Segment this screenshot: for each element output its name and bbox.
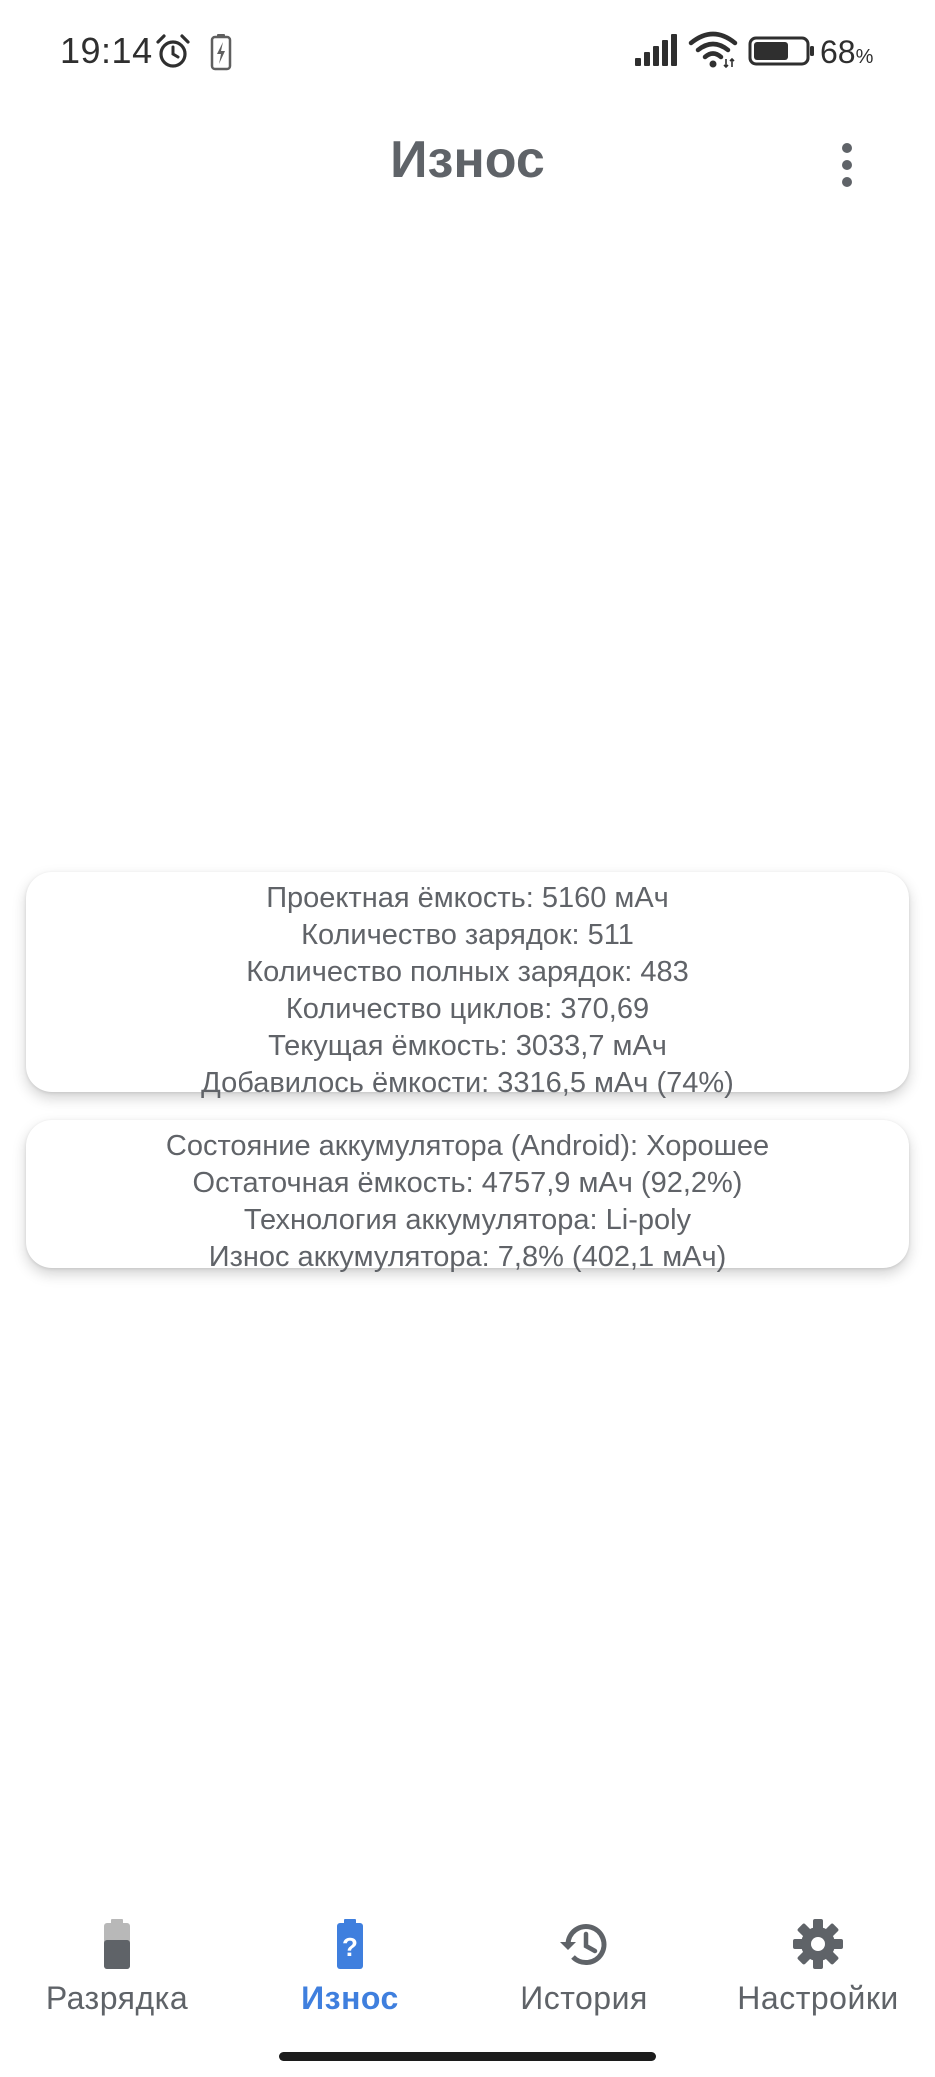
nav-item-discharge[interactable]: Разрядка bbox=[0, 1900, 234, 2030]
added-capacity-text: Добавилось ёмкости: 3316,5 мАч (74%) bbox=[201, 1067, 734, 1099]
bottom-navigation: Разрядка ? Износ История Настройки bbox=[0, 1900, 935, 2040]
battery-unknown-icon: ? bbox=[337, 1919, 363, 1969]
battery-icon bbox=[748, 36, 814, 66]
gear-icon bbox=[793, 1919, 843, 1969]
health-card: Состояние аккумулятора (Android): Хороше… bbox=[26, 1120, 909, 1273]
battery-health-text: Состояние аккумулятора (Android): Хороше… bbox=[165, 1130, 770, 1162]
current-capacity-text: Текущая ёмкость: 3033,7 мАч bbox=[268, 1030, 667, 1062]
cellular-signal-icon bbox=[635, 34, 677, 66]
nav-item-wear[interactable]: ? Износ bbox=[233, 1900, 467, 2030]
residual-capacity-text: Остаточная ёмкость: 4757,9 мАч (92,2%) bbox=[192, 1167, 743, 1199]
battery-icon bbox=[104, 1919, 130, 1969]
nav-label: Разрядка bbox=[45, 1980, 189, 2016]
capacity-card: Проектная ёмкость: 5160 мАч Количество з… bbox=[26, 872, 909, 1099]
battery-technology-text: Технология аккумулятора: Li-poly bbox=[243, 1204, 692, 1236]
nav-label: Износ bbox=[301, 1980, 399, 2016]
nav-item-settings[interactable]: Настройки bbox=[701, 1900, 935, 2030]
nav-label: Настройки bbox=[737, 1980, 899, 2016]
nav-item-history[interactable]: История bbox=[467, 1900, 701, 2030]
nav-label: История bbox=[520, 1980, 648, 2016]
history-icon bbox=[560, 1924, 607, 1966]
home-indicator bbox=[279, 2052, 656, 2061]
more-vert-icon[interactable] bbox=[832, 140, 862, 190]
wifi-icon bbox=[688, 31, 738, 69]
alarm-clock-icon bbox=[156, 34, 190, 68]
cycle-count-text: Количество циклов: 370,69 bbox=[285, 993, 650, 1025]
page-title: Износ bbox=[390, 131, 545, 189]
charge-count-text: Количество зарядок: 511 bbox=[301, 919, 634, 951]
battery-charging-icon bbox=[210, 34, 232, 71]
status-bar: 19:14 68% bbox=[0, 0, 935, 104]
design-capacity-text: Проектная ёмкость: 5160 мАч bbox=[266, 882, 669, 914]
svg-text:?: ? bbox=[342, 1932, 358, 1962]
battery-percent: 68% bbox=[820, 34, 874, 70]
battery-wear-text: Износ аккумулятора: 7,8% (402,1 мАч) bbox=[208, 1241, 727, 1273]
status-time: 19:14 bbox=[60, 30, 153, 71]
full-charge-count-text: Количество полных зарядок: 483 bbox=[246, 956, 689, 988]
